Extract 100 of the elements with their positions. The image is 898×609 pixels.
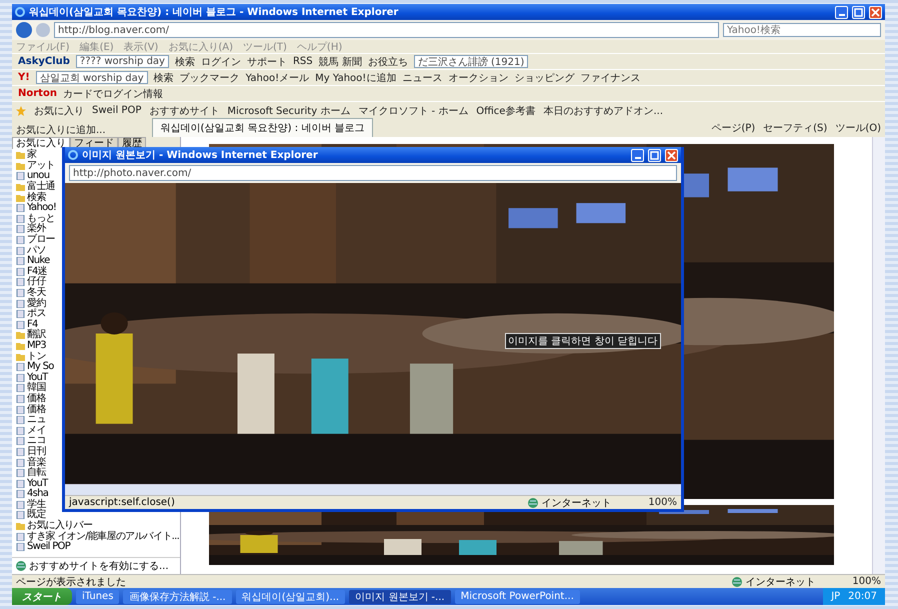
toolbar-button[interactable]: お役立ち [368,54,408,68]
toolbar-button[interactable]: 競馬 新聞 [318,54,362,68]
minimize-button[interactable] [631,148,644,162]
clock: 20:07 [848,591,877,602]
favorite-item[interactable]: 富士通 [27,182,55,192]
toolbar-button[interactable]: RSS [292,56,313,67]
favorite-item[interactable]: 検索 [27,192,46,203]
favorite-item[interactable]: 楽外 [27,224,46,234]
toolbar-field[interactable]: だ三沢さん誹謗 (1921) [414,55,528,68]
favorite-item[interactable]: ポス [27,309,46,320]
toolbar-button[interactable]: 検索 [154,70,174,84]
favorite-item[interactable]: 家 [27,150,36,160]
favorite-item[interactable]: unou [27,171,50,182]
address-field[interactable]: http://photo.naver.com/ [69,165,677,181]
toolbar-brand[interactable]: Norton [18,88,57,99]
taskbar-button[interactable]: Microsoft PowerPoint... [454,590,580,604]
search-field[interactable]: Yahoo!検索 [723,23,881,37]
favorite-link[interactable]: 本日のおすすめアドオン... [543,104,664,118]
favorite-item[interactable]: お気に入りバー [27,521,92,532]
favorite-item[interactable]: Sweil POP [27,542,70,552]
favorite-item[interactable]: 音楽 [27,458,46,468]
browser-tab[interactable]: 워십데이(삼일교회 목요찬양) : 네이버 블로그 [152,118,374,137]
favorite-item[interactable]: Yahoo! [27,203,56,214]
globe-icon [16,561,26,571]
taskbar-button[interactable]: 이미지 원본보기 -... [349,590,451,604]
toolbar-button[interactable]: ファイナンス [580,70,640,84]
toolbar-button[interactable]: 検索 [174,54,195,68]
toolbar-field[interactable]: 삼일교회 worship day [36,71,148,84]
close-button[interactable] [665,148,678,162]
start-button[interactable]: スタート [12,588,72,605]
maximize-button[interactable] [852,6,865,18]
favorite-item[interactable]: My So [27,362,54,372]
toolbar-button[interactable]: ログイン [200,54,241,68]
favorite-item[interactable]: 仔仔 [27,277,46,288]
favorite-item[interactable]: 価格 [27,394,46,404]
favorite-link[interactable]: Sweil POP [92,105,142,116]
status-text: javascript:self.close() [69,497,175,508]
favorite-item[interactable]: 愛約 [27,298,46,309]
toolbar-button[interactable]: ショッピング [514,70,574,84]
suggested-sites-link[interactable]: おすすめサイトを有効にする... [29,559,169,573]
favorite-item[interactable]: 既定 [27,510,46,520]
command-button[interactable]: ツール(O) [835,121,881,135]
favorite-item[interactable]: 自転 [27,468,46,478]
favorite-item[interactable]: 学生 [27,500,46,510]
favorite-item[interactable]: MP3 [27,340,46,351]
favorite-item[interactable]: YouT [27,478,48,489]
close-button[interactable] [869,6,882,18]
favorite-item[interactable]: トン [27,352,46,362]
window-title: 이미지 원본보기 - Windows Internet Explorer [82,149,319,162]
favorite-link[interactable]: マイクロソフト - ホーム [358,104,468,118]
favorite-item[interactable]: すき家 イオン/能車屋のアルバイト... [27,532,180,542]
minimize-icon [634,156,640,158]
taskbar-button[interactable]: 画像保存方法解説 -... [123,590,232,604]
taskbar-button[interactable]: iTunes [76,590,120,604]
favorite-item[interactable]: 4sha [27,489,48,500]
back-button[interactable] [16,22,32,38]
toolbar-brand[interactable]: Y! [18,72,30,83]
favorite-item[interactable]: F4迷 [27,266,48,277]
vertical-scrollbar[interactable] [872,137,885,574]
minimize-button[interactable] [835,6,848,18]
zoom-button[interactable]: 100% [648,497,677,508]
toolbar-button[interactable]: カードでログイン情報 [62,86,163,100]
favorite-link[interactable]: おすすめサイト [149,104,220,118]
toolbar-button[interactable]: My Yahoo!に追加 [315,70,396,84]
taskbar-button[interactable]: 워십데이(삼일교회)... [236,590,346,604]
toolbar-button[interactable]: サポート [246,54,287,68]
favorite-item[interactable]: ニュ [27,415,46,426]
address-field[interactable]: http://blog.naver.com/ [54,22,719,38]
toolbar-button[interactable]: Yahoo!メール [246,70,310,84]
browser-icon [68,150,78,160]
favorite-link[interactable]: Office参考書 [476,104,536,118]
favorite-item[interactable]: 日刊 [27,446,46,457]
favorite-item[interactable]: 冬天 [27,288,46,298]
favorite-item[interactable]: Nuke [27,256,50,266]
favorite-item[interactable]: 翻訳 [27,330,46,340]
favorite-item[interactable]: ニコ [27,436,46,446]
zoom-button[interactable]: 100% [852,576,881,587]
favorite-item[interactable]: 価格 [27,404,46,415]
sidebar-tab[interactable]: お気に入り [12,137,70,149]
favorite-item[interactable]: メイ [27,426,46,436]
command-button[interactable]: ページ(P) [711,121,756,135]
favorite-item[interactable]: パソ [27,246,46,256]
add-favorites-button[interactable]: お気に入りに追加... [16,123,106,137]
toolbar-button[interactable]: ニュース [402,70,442,84]
toolbar-brand[interactable]: AskyClub [18,56,70,67]
favorite-item[interactable]: アット [27,160,55,171]
toolbar-button[interactable]: ブックマーク [180,70,240,84]
toolbar-button[interactable]: オークション [448,70,508,84]
favorite-item[interactable]: 韓国 [27,383,46,394]
maximize-button[interactable] [648,148,661,162]
favorite-item[interactable]: ブロー [27,235,55,246]
minimize-icon [838,14,844,16]
favorites-button[interactable]: お気に入り [34,104,84,118]
horizontal-scrollbar[interactable] [65,484,681,495]
toolbar-field[interactable]: ???? worship day [76,55,169,68]
favorite-link[interactable]: Microsoft Security ホーム [227,104,350,118]
favorite-item[interactable]: もっと [27,214,55,224]
command-button[interactable]: セーフティ(S) [763,121,828,135]
favorite-item[interactable]: F4 [27,320,38,330]
favorite-item[interactable]: YouT [27,372,48,383]
